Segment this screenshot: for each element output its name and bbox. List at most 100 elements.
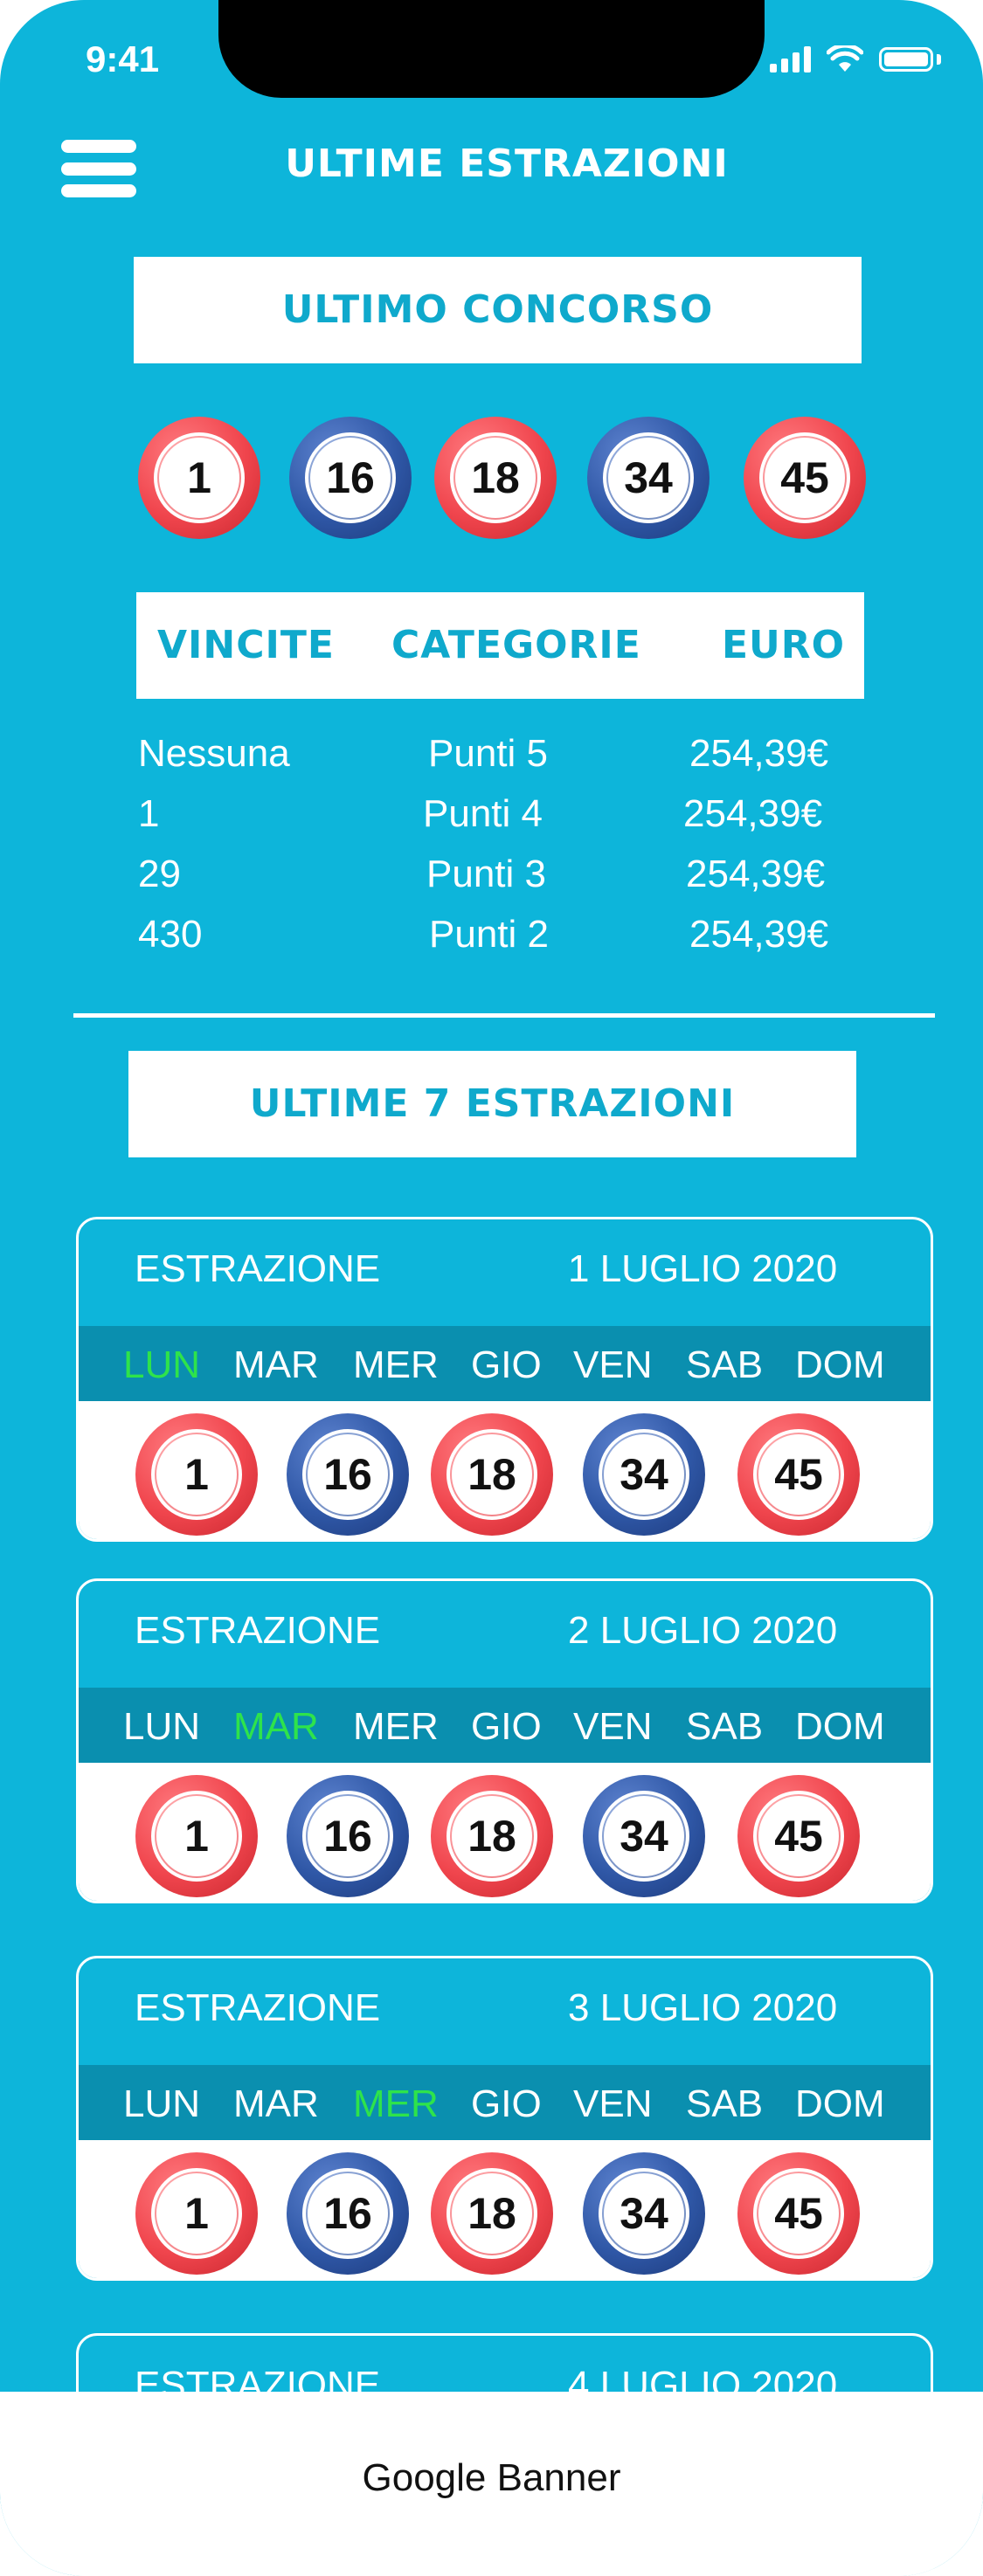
weekday-ven[interactable]: VEN xyxy=(573,1343,652,1387)
weekday-sab[interactable]: SAB xyxy=(686,2082,763,2126)
ball-number: 16 xyxy=(326,453,375,502)
weekday-lun[interactable]: LUN xyxy=(123,1705,200,1749)
weekday-lun[interactable]: LUN xyxy=(123,2082,200,2126)
table-row: 430 Punti 2 254,39€ xyxy=(138,913,863,973)
category-cell: Punti 4 xyxy=(423,792,543,835)
page-title: ULTIME ESTRAZIONI xyxy=(285,142,729,186)
lotto-ball: 16 xyxy=(287,1413,409,1536)
lotto-ball: 18 xyxy=(431,2152,553,2275)
weekday-sab[interactable]: SAB xyxy=(686,1705,763,1749)
category-cell: Punti 2 xyxy=(429,913,549,956)
wins-cell: 29 xyxy=(138,853,181,895)
draw-label: ESTRAZIONE xyxy=(135,1609,381,1652)
wins-cell: 430 xyxy=(138,913,203,956)
battery-cap xyxy=(937,54,941,65)
lotto-ball: 16 xyxy=(287,2152,409,2275)
weekday-mer[interactable]: MER xyxy=(353,2082,439,2126)
euro-cell: 254,39€ xyxy=(689,732,829,775)
header-euro: EURO xyxy=(722,623,846,667)
draw-date: 3 LUGLIO 2020 xyxy=(568,1986,838,2029)
lotto-ball: 34 xyxy=(583,1775,705,1897)
ball-number: 34 xyxy=(624,453,673,502)
weekday-mar[interactable]: MAR xyxy=(233,1705,319,1749)
lotto-ball: 18 xyxy=(431,1775,553,1897)
weekday-gio[interactable]: GIO xyxy=(471,2082,542,2126)
weekday-mer[interactable]: MER xyxy=(353,1343,439,1387)
header-wins: VINCITE xyxy=(157,623,335,667)
draw-card[interactable]: ESTRAZIONE 1 LUGLIO 2020 LUN MAR MER GIO VEN SA… xyxy=(76,1217,933,1542)
wins-cell: 1 xyxy=(138,792,160,835)
weekday-ven[interactable]: VEN xyxy=(573,1705,652,1749)
draw-label: ESTRAZIONE xyxy=(135,1986,381,2029)
weekday-dom[interactable]: DOM xyxy=(795,1343,885,1387)
banner-label: Google Banner xyxy=(362,2456,621,2499)
divider xyxy=(73,1013,935,1018)
draw-balls: 1 16 18 34 45 xyxy=(79,1401,931,1539)
weekday-dom[interactable]: DOM xyxy=(795,1705,885,1749)
ball-number: 34 xyxy=(620,2189,668,2238)
status-icons xyxy=(770,45,941,73)
cellular-signal-icon xyxy=(770,46,811,73)
weekday-mar[interactable]: MAR xyxy=(233,1343,319,1387)
ball-number: 1 xyxy=(184,1450,209,1499)
weekday-sab[interactable]: SAB xyxy=(686,1343,763,1387)
ad-banner[interactable]: Google Banner xyxy=(0,2392,983,2576)
draw-card[interactable]: ESTRAZIONE 3 LUGLIO 2020 LUN MAR MER GIO VEN SA… xyxy=(76,1956,933,2281)
ball-number: 1 xyxy=(184,1812,209,1861)
draw-card-header: ESTRAZIONE 2 LUGLIO 2020 xyxy=(79,1581,931,1686)
lotto-ball: 18 xyxy=(434,417,557,539)
status-time: 9:41 xyxy=(86,38,160,79)
lotto-ball: 45 xyxy=(737,2152,860,2275)
lotto-ball: 1 xyxy=(138,417,260,539)
euro-cell: 254,39€ xyxy=(686,853,826,895)
weekday-mar[interactable]: MAR xyxy=(233,2082,319,2126)
last-contest-balls: 1 16 18 34 45 xyxy=(0,417,983,539)
ball-number: 34 xyxy=(620,1450,668,1499)
lotto-ball: 45 xyxy=(744,417,866,539)
ball-number: 1 xyxy=(184,2189,209,2238)
draw-balls: 1 16 18 34 45 xyxy=(79,1763,931,1901)
weekday-bar: LUN MAR MER GIO VEN SAB DOM xyxy=(79,2065,931,2140)
draw-date: 2 LUGLIO 2020 xyxy=(568,1609,838,1652)
weekday-ven[interactable]: VEN xyxy=(573,2082,652,2126)
weekday-mer[interactable]: MER xyxy=(353,1705,439,1749)
weekday-dom[interactable]: DOM xyxy=(795,2082,885,2126)
category-cell: Punti 5 xyxy=(428,732,548,775)
lotto-ball: 1 xyxy=(135,1775,258,1897)
table-row: 1 Punti 4 254,39€ xyxy=(138,792,863,853)
lotto-ball: 16 xyxy=(287,1775,409,1897)
draw-card-header: ESTRAZIONE 3 LUGLIO 2020 xyxy=(79,1958,931,2063)
lotto-ball: 1 xyxy=(135,2152,258,2275)
weekday-bar: LUN MAR MER GIO VEN SAB DOM xyxy=(79,1688,931,1763)
prizes-header: VINCITE CATEGORIE EURO xyxy=(136,592,864,699)
battery-icon xyxy=(879,47,933,72)
ball-number: 16 xyxy=(323,2189,372,2238)
ball-number: 18 xyxy=(467,2189,516,2238)
weekday-lun[interactable]: LUN xyxy=(123,1343,200,1387)
lotto-ball: 34 xyxy=(583,1413,705,1536)
ball-number: 45 xyxy=(780,453,829,502)
weekday-gio[interactable]: GIO xyxy=(471,1705,542,1749)
euro-cell: 254,39€ xyxy=(689,913,829,956)
table-row: 29 Punti 3 254,39€ xyxy=(138,853,863,913)
header-categories: CATEGORIE xyxy=(391,623,641,667)
ball-number: 45 xyxy=(774,1812,823,1861)
ball-number: 18 xyxy=(467,1812,516,1861)
lotto-ball: 1 xyxy=(135,1413,258,1536)
last-contest-title: ULTIMO CONCORSO xyxy=(134,257,862,363)
last7-title: ULTIME 7 ESTRAZIONI xyxy=(128,1051,856,1157)
ball-number: 16 xyxy=(323,1450,372,1499)
ball-number: 16 xyxy=(323,1812,372,1861)
ball-number: 45 xyxy=(774,1450,823,1499)
weekday-gio[interactable]: GIO xyxy=(471,1343,542,1387)
category-cell: Punti 3 xyxy=(426,853,546,895)
weekday-bar: LUN MAR MER GIO VEN SAB DOM xyxy=(79,1326,931,1401)
wifi-icon xyxy=(827,45,863,72)
lotto-ball: 16 xyxy=(289,417,412,539)
draw-label: ESTRAZIONE xyxy=(135,1247,381,1290)
draw-card-header: ESTRAZIONE 1 LUGLIO 2020 xyxy=(79,1219,931,1324)
lotto-ball: 34 xyxy=(587,417,710,539)
app-screen: 9:41 ULTIME ESTRAZIONI ULTIMO CONCORSO 1… xyxy=(0,0,983,2576)
draw-card[interactable]: ESTRAZIONE 2 LUGLIO 2020 LUN MAR MER GIO VEN SA… xyxy=(76,1578,933,1903)
table-row: Nessuna Punti 5 254,39€ xyxy=(138,732,863,792)
